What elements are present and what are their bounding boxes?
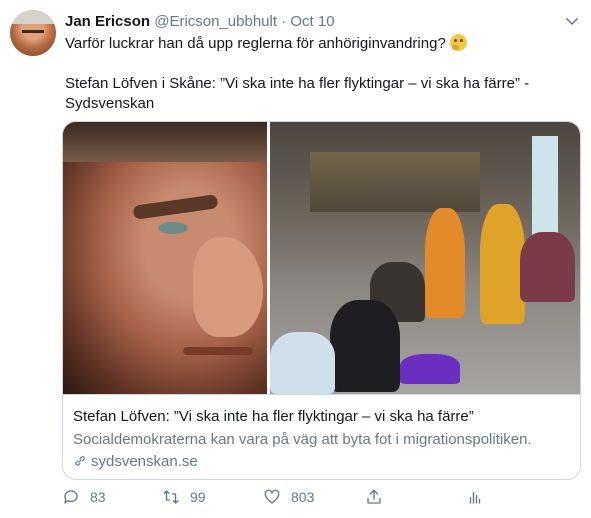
card-description: Socialdemokraterna kan vara på väg att b… [73, 431, 532, 448]
card-body: Stefan Löfven: ”Vi ska inte ha fler flyk… [63, 394, 580, 479]
card-domain: sydsvenskan.se [91, 453, 198, 470]
retweet-count: 99 [190, 489, 206, 505]
like-button[interactable]: 803 [263, 488, 314, 506]
share-icon [367, 489, 381, 504]
share-button[interactable] [365, 488, 393, 506]
card-image-crowd [270, 122, 580, 394]
tweet-header: Jan Ericson @Ericson_ubbhult · Oct 10 [65, 12, 335, 32]
analytics-button[interactable] [466, 488, 494, 506]
card-image-portrait [63, 122, 267, 394]
link-card[interactable]: Stefan Löfven: ”Vi ska inte ha fler flyk… [62, 121, 581, 480]
thinking-face-icon [449, 34, 467, 51]
tweet-date[interactable]: Oct 10 [290, 13, 334, 30]
avatar[interactable] [10, 10, 56, 56]
author-name[interactable]: Jan Ericson [65, 13, 150, 30]
reply-count: 83 [90, 489, 106, 505]
chevron-down-icon[interactable] [563, 12, 581, 30]
tweet-text-line2: Stefan Löfven i Skåne: ”Vi ska inte ha f… [65, 75, 530, 92]
retweet-icon [163, 490, 179, 504]
header-separator: · [281, 13, 287, 30]
tweet-text-line1: Varför luckrar han då upp reglerna för a… [65, 35, 446, 52]
tweet-text: Varför luckrar han då upp reglerna för a… [65, 34, 575, 114]
card-title: Stefan Löfven: ”Vi ska inte ha fler flyk… [73, 408, 474, 425]
reply-button[interactable]: 83 [62, 488, 106, 506]
analytics-icon [469, 491, 481, 504]
author-handle[interactable]: @Ericson_ubbhult [154, 13, 277, 30]
reply-icon [64, 490, 78, 504]
link-icon [75, 456, 85, 466]
retweet-button[interactable]: 99 [162, 488, 206, 506]
avatar-eyes [22, 30, 44, 37]
like-count: 803 [291, 489, 315, 505]
avatar-hair [10, 10, 56, 24]
card-link: sydsvenskan.se [73, 452, 198, 472]
tweet-actions: 83 99 803 [62, 488, 582, 510]
tweet-text-line3: Sydsvenskan [65, 95, 155, 112]
heart-icon [264, 489, 280, 504]
